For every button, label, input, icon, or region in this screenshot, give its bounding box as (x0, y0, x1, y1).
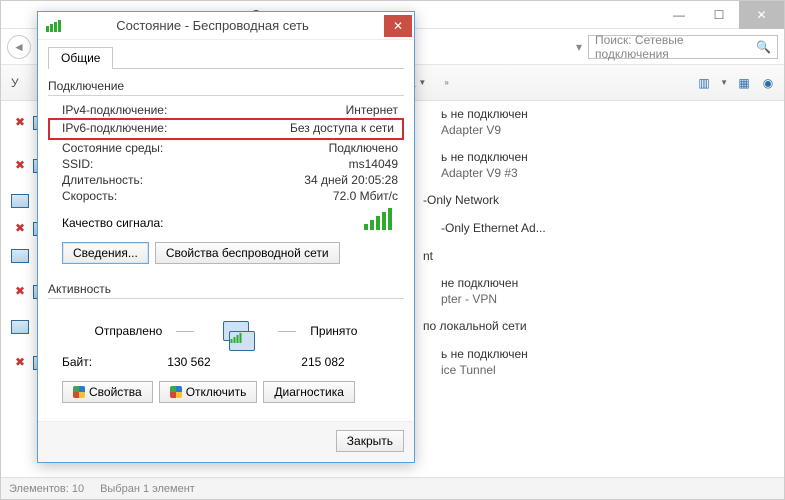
signal-quality-label: Качество сигнала: (62, 216, 163, 230)
details-pane-icon[interactable]: ▦ (736, 75, 752, 91)
adapter-cross-icon: ✖ (11, 284, 29, 300)
bg-minimize-button[interactable]: ― (659, 1, 699, 29)
media-state-value: Подключено (212, 141, 404, 155)
status-count: Элементов: 10 (9, 483, 84, 495)
group-connection-label: Подключение (48, 79, 404, 93)
signal-bars-icon (364, 208, 398, 230)
chevron-down-icon: ▼ (418, 78, 426, 87)
disable-button[interactable]: Отключить (159, 381, 258, 403)
help-icon[interactable]: ◉ (760, 75, 776, 91)
nav-down-recent[interactable]: ▾ (576, 40, 582, 54)
search-icon: 🔍 (756, 40, 771, 54)
shield-icon (73, 386, 85, 398)
status-dialog: Состояние - Беспроводная сеть ✕ Общие По… (37, 11, 415, 463)
view-icon[interactable]: ▥ (696, 75, 712, 91)
adapter-icon (11, 194, 29, 208)
adapter-cross-icon: ✖ (11, 221, 29, 237)
menu-label-truncated[interactable]: У (11, 76, 19, 90)
status-bar: Элементов: 10 Выбран 1 элемент (1, 477, 784, 499)
ipv4-value: Интернет (212, 103, 404, 117)
duration-label: Длительность: (62, 173, 212, 187)
adapter-cross-icon: ✖ (11, 115, 29, 131)
wireless-properties-button[interactable]: Свойства беспроводной сети (155, 242, 340, 264)
bytes-recv-value: 215 082 (256, 355, 390, 369)
ssid-value: ms14049 (212, 157, 404, 171)
cmdbar-overflow-icon[interactable]: » (444, 78, 448, 87)
tab-general[interactable]: Общие (48, 47, 113, 69)
duration-value: 34 дней 20:05:28 (212, 173, 404, 187)
bytes-sent-value: 130 562 (122, 355, 256, 369)
adapter-icon (11, 320, 29, 334)
activity-recv-label: Принято (310, 324, 357, 338)
status-selection: Выбран 1 элемент (100, 483, 195, 495)
bg-maximize-button[interactable]: ☐ (699, 1, 739, 29)
activity-sent-label: Отправлено (95, 324, 163, 338)
properties-button[interactable]: Свойства (62, 381, 153, 403)
ipv4-label: IPv4-подключение: (62, 103, 212, 117)
ipv6-value: Без доступа к сети (212, 121, 400, 135)
adapter-icon (11, 249, 29, 263)
ipv6-label: IPv6-подключение: (62, 121, 212, 135)
nav-back-button[interactable]: ◄ (7, 35, 31, 59)
shield-icon (170, 386, 182, 398)
adapter-cross-icon: ✖ (11, 158, 29, 174)
dialog-title: Состояние - Беспроводная сеть (69, 18, 384, 33)
group-activity-label: Активность (48, 282, 404, 296)
bg-close-button[interactable]: ✕ (739, 1, 784, 29)
adapter-cross-icon: ✖ (11, 355, 29, 371)
view-chevron-icon[interactable]: ▼ (720, 78, 728, 87)
signal-icon (46, 20, 61, 32)
details-button[interactable]: Сведения... (62, 242, 149, 264)
bytes-label: Байт: (62, 355, 122, 369)
dialog-titlebar: Состояние - Беспроводная сеть ✕ (38, 12, 414, 40)
dialog-close-button[interactable]: ✕ (384, 15, 412, 37)
speed-label: Скорость: (62, 189, 212, 203)
tabstrip: Общие (48, 46, 404, 69)
search-input[interactable]: Поиск: Сетевые подключения 🔍 (588, 35, 778, 59)
ipv6-highlight: IPv6-подключение:Без доступа к сети (48, 118, 404, 140)
activity-icon (208, 311, 264, 351)
search-placeholder: Поиск: Сетевые подключения (595, 33, 756, 61)
ssid-label: SSID: (62, 157, 212, 171)
diagnose-button[interactable]: Диагностика (263, 381, 355, 403)
media-state-label: Состояние среды: (62, 141, 212, 155)
speed-value: 72.0 Мбит/с (212, 189, 404, 203)
close-button[interactable]: Закрыть (336, 430, 404, 452)
